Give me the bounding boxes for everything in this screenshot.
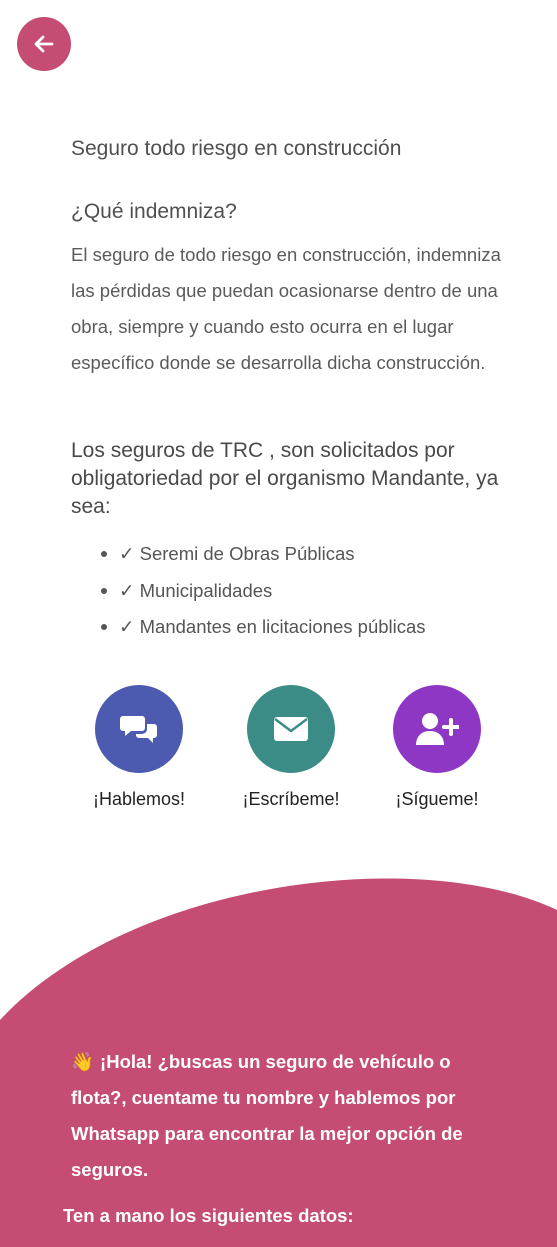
page-title: Seguro todo riesgo en construcción bbox=[71, 137, 402, 160]
data-note: Ten a mano los siguientes datos: bbox=[63, 1205, 354, 1226]
follow-label[interactable]: ¡Sígueme! bbox=[395, 789, 478, 810]
arrow-left-icon bbox=[34, 35, 54, 53]
contact-chat: ¡Hablemos! bbox=[79, 685, 199, 810]
requirements-intro: Los seguros de TRC , son solicitados por… bbox=[71, 439, 499, 518]
requirements-list: ✓ Seremi de Obras Públicas ✓ Municipalid… bbox=[101, 536, 426, 646]
email-label[interactable]: ¡Escríbeme! bbox=[242, 789, 339, 810]
waving-hand-icon: 👋 bbox=[71, 1051, 95, 1072]
bullet-icon bbox=[101, 624, 107, 631]
list-item: ✓ Municipalidades bbox=[101, 573, 426, 610]
list-item: ✓ Seremi de Obras Públicas bbox=[101, 536, 426, 573]
chat-button[interactable] bbox=[95, 685, 183, 773]
promo-text: ¡Hola! ¿buscas un seguro de vehículo o f… bbox=[71, 1051, 463, 1180]
chat-label[interactable]: ¡Hablemos! bbox=[93, 789, 185, 810]
description-paragraph: El seguro de todo riesgo en construcción… bbox=[71, 244, 501, 373]
contact-email: ¡Escríbeme! bbox=[231, 685, 351, 810]
chat-bubbles-icon bbox=[120, 716, 157, 743]
section-heading: ¿Qué indemniza? bbox=[71, 200, 237, 223]
envelope-icon bbox=[274, 717, 308, 741]
follow-button[interactable] bbox=[393, 685, 481, 773]
back-button[interactable] bbox=[17, 17, 71, 71]
email-button[interactable] bbox=[247, 685, 335, 773]
bullet-icon bbox=[101, 587, 107, 594]
user-plus-icon bbox=[416, 713, 459, 745]
list-item: ✓ Mandantes en licitaciones públicas bbox=[101, 609, 426, 646]
bullet-icon bbox=[101, 551, 107, 558]
contact-follow: ¡Sígueme! bbox=[377, 685, 497, 810]
promo-message: 👋 ¡Hola! ¿buscas un seguro de vehículo o … bbox=[71, 1044, 501, 1188]
